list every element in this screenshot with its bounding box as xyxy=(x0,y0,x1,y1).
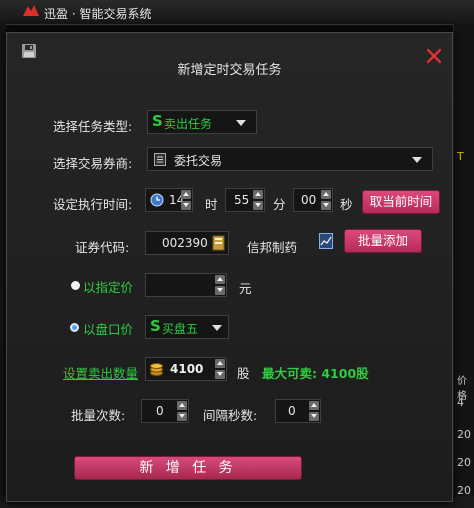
chevron-down-icon xyxy=(212,325,222,331)
market-price-value: 买盘五 xyxy=(162,322,199,336)
interval-spin[interactable] xyxy=(309,401,319,421)
fixed-price-spin[interactable] xyxy=(215,275,225,295)
new-task-dialog: 新增定时交易任务 选择任务类型: S 卖出任务 选择交易券商: 委托交易 设定执… xyxy=(6,32,453,502)
chevron-down-icon xyxy=(412,157,422,163)
bg-label: T xyxy=(457,150,464,163)
second-unit: 秒 xyxy=(340,197,353,212)
app-title: 迅盈 · 智能交易系统 xyxy=(44,7,152,21)
fixed-price-label: 以指定价 xyxy=(83,280,134,295)
hour-stepper[interactable]: 14 xyxy=(145,188,193,212)
add-task-button[interactable]: 新 增 任 务 xyxy=(74,456,302,480)
interval-label: 间隔秒数: xyxy=(203,408,258,423)
sell-qty-link[interactable]: 设置卖出数量 xyxy=(63,363,138,382)
interval-value: 0 xyxy=(288,404,296,418)
second-spin[interactable] xyxy=(321,190,331,210)
market-price-radio[interactable] xyxy=(70,323,79,332)
coins-icon xyxy=(150,363,163,376)
broker-select[interactable]: 委托交易 xyxy=(147,147,433,171)
market-price-label: 以盘口价 xyxy=(83,322,134,337)
fixed-price-radio[interactable] xyxy=(71,281,80,290)
dollar-icon: S xyxy=(150,317,161,335)
dollar-icon: S xyxy=(152,112,163,130)
broker-value: 委托交易 xyxy=(174,154,223,168)
batch-count-stepper[interactable]: 0 xyxy=(141,399,189,423)
batch-count-spin[interactable] xyxy=(177,401,187,421)
fixed-price-unit: 元 xyxy=(239,281,252,296)
fixed-price-input[interactable] xyxy=(145,273,227,297)
bg-label: 4 xyxy=(457,396,464,409)
sell-qty-unit: 股 xyxy=(237,366,250,381)
second-stepper[interactable]: 00 xyxy=(293,188,333,212)
chevron-down-icon xyxy=(236,120,246,126)
stock-code-label: 证券代码: xyxy=(75,240,130,255)
batch-count-label: 批量次数: xyxy=(71,408,126,423)
app-titlebar: 迅盈 · 智能交易系统 xyxy=(0,0,474,25)
close-icon[interactable] xyxy=(425,47,443,65)
task-type-value: 卖出任务 xyxy=(164,117,213,131)
stock-lookup-icon[interactable] xyxy=(212,235,226,251)
minute-stepper[interactable]: 55 xyxy=(225,188,265,212)
bg-label: 20 xyxy=(457,428,471,441)
sell-qty-spin[interactable] xyxy=(215,359,225,379)
task-type-select[interactable]: S 卖出任务 xyxy=(147,110,257,134)
task-type-label: 选择任务类型: xyxy=(53,119,133,134)
sell-qty-value: 4100 xyxy=(170,362,204,376)
max-sellable-text: 最大可卖: 4100股 xyxy=(262,366,369,381)
stock-code-input[interactable]: 002390 xyxy=(145,231,229,255)
exec-time-label: 设定执行时间: xyxy=(53,197,133,212)
broker-label: 选择交易券商: xyxy=(53,156,133,171)
bg-label: 20 xyxy=(457,456,471,469)
app-logo-icon xyxy=(23,5,39,16)
market-price-select[interactable]: S 买盘五 xyxy=(145,315,229,339)
document-icon xyxy=(154,153,166,166)
sell-qty-input[interactable]: 4100 xyxy=(145,357,227,381)
chart-icon[interactable] xyxy=(319,233,333,249)
interval-stepper[interactable]: 0 xyxy=(275,399,321,423)
background-panel-right: T 价格 4 20 20 20 xyxy=(453,24,474,508)
hour-unit: 时 xyxy=(205,197,218,212)
batch-add-button[interactable]: 批量添加 xyxy=(344,229,422,253)
clock-icon xyxy=(150,193,164,207)
stock-code-value: 002390 xyxy=(162,236,208,250)
save-icon[interactable] xyxy=(21,43,37,59)
minute-unit: 分 xyxy=(273,197,286,212)
batch-count-value: 0 xyxy=(156,404,164,418)
stock-name: 信邦制药 xyxy=(247,240,298,255)
minute-value: 55 xyxy=(234,193,250,207)
dialog-title: 新增定时交易任务 xyxy=(177,63,282,78)
minute-spin[interactable] xyxy=(253,190,263,210)
current-time-button[interactable]: 取当前时间 xyxy=(362,190,440,214)
second-value: 00 xyxy=(301,193,317,207)
hour-spin[interactable] xyxy=(181,190,191,210)
